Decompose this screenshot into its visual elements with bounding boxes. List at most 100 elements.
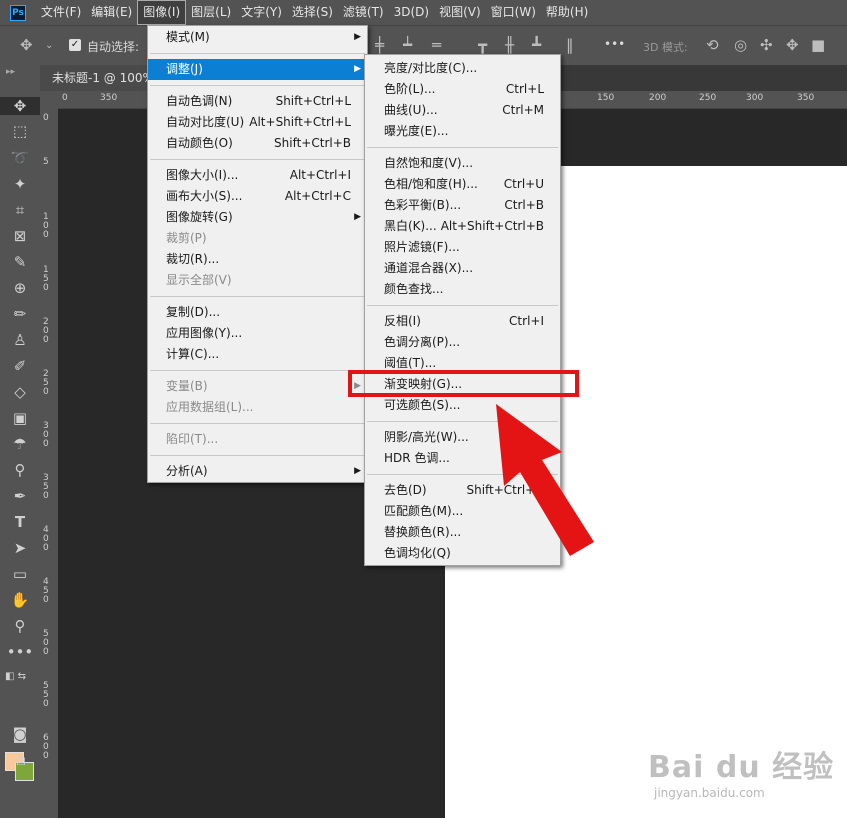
menu-file[interactable]: 文件(F) xyxy=(36,0,86,25)
adjust-menu-item-label: 替换颜色(R)... xyxy=(384,525,462,539)
image-menu-item[interactable]: 自动色调(N) Shift+Ctrl+L xyxy=(148,91,367,112)
frame-tool-icon[interactable]: ⊠ xyxy=(0,227,40,245)
align-vertical-center-icon[interactable]: ╪ xyxy=(375,36,384,54)
auto-select-checkbox[interactable]: ✓ xyxy=(69,39,81,51)
move-tool-icon[interactable]: ✥ xyxy=(20,36,33,54)
history-brush-tool-icon[interactable]: ✐ xyxy=(0,357,40,375)
ruler-tick: 4 5 0 xyxy=(43,577,49,605)
chevron-down-icon[interactable]: ⌄ xyxy=(45,40,53,51)
distribute-bottom-icon[interactable]: ┻ xyxy=(532,36,541,54)
adjust-menu-item[interactable]: 曲线(U)... Ctrl+M xyxy=(365,100,560,121)
image-menu-item[interactable]: 自动对比度(U) Alt+Shift+Ctrl+L xyxy=(148,112,367,133)
menu-help[interactable]: 帮助(H) xyxy=(541,0,593,25)
adjust-menu-item[interactable]: 颜色查找... xyxy=(365,279,560,300)
type-tool-icon[interactable]: T xyxy=(0,513,40,531)
healing-brush-tool-icon[interactable]: ⊕ xyxy=(0,279,40,297)
scale-3d-icon[interactable]: ■ xyxy=(811,36,825,54)
adjust-menu-item[interactable]: 黑白(K)... Alt+Shift+Ctrl+B xyxy=(365,216,560,237)
adjust-menu-item[interactable]: 色调分离(P)... xyxy=(365,332,560,353)
magic-wand-tool-icon[interactable]: ✦ xyxy=(0,175,40,193)
lasso-tool-icon[interactable]: ➰ xyxy=(0,149,40,167)
image-menu-item[interactable]: 图像大小(I)... Alt+Ctrl+I xyxy=(148,165,367,186)
crop-tool-icon[interactable]: ⌗ xyxy=(0,201,40,219)
distribute-top-icon[interactable]: ┳ xyxy=(478,36,487,54)
menu-select[interactable]: 选择(S) xyxy=(287,0,338,25)
image-menu-item-label: 自动色调(N) xyxy=(166,94,233,108)
slide-3d-icon[interactable]: ✥ xyxy=(786,36,799,54)
eyedropper-tool-icon[interactable]: ✎ xyxy=(0,253,40,271)
adjust-menu-item-label: 曲线(U)... xyxy=(384,103,438,117)
image-menu-item[interactable]: 图像旋转(G) ▶ xyxy=(148,207,367,228)
eraser-tool-icon[interactable]: ◇ xyxy=(0,383,40,401)
zoom-tool-icon[interactable]: ⚲ xyxy=(0,617,40,635)
watermark-url: jingyan.baidu.com xyxy=(654,786,765,800)
image-menu-item[interactable]: 裁切(R)... xyxy=(148,249,367,270)
orbit-3d-icon[interactable]: ⟲ xyxy=(706,36,719,54)
dodge-tool-icon[interactable]: ⚲ xyxy=(0,461,40,479)
adjust-menu-item[interactable]: 反相(I) Ctrl+I xyxy=(365,311,560,332)
menu-filter[interactable]: 滤镜(T) xyxy=(338,0,389,25)
adjust-menu-item-label: 照片滤镜(F)... xyxy=(384,240,460,254)
ruler-tick: 5 5 0 xyxy=(43,681,49,709)
rectangle-tool-icon[interactable]: ▭ xyxy=(0,565,40,583)
ruler-tick: 5 xyxy=(43,157,49,167)
menu-window[interactable]: 窗口(W) xyxy=(486,0,541,25)
default-colors-icon[interactable]: ◧ ⇆ xyxy=(0,668,40,686)
marquee-tool-icon[interactable]: ⬚ xyxy=(0,122,40,140)
move-tool-icon[interactable]: ✥ xyxy=(0,97,40,115)
adjust-menu-item-label: 色阶(L)... xyxy=(384,82,436,96)
align-left-icon[interactable]: ═ xyxy=(432,36,441,54)
align-bottom-icon[interactable]: ┷ xyxy=(403,36,412,54)
submenu-arrow-icon: ▶ xyxy=(354,466,361,476)
collapse-icon[interactable]: ▸▸ xyxy=(6,67,15,77)
path-selection-tool-icon[interactable]: ➤ xyxy=(0,539,40,557)
adjust-menu-item[interactable]: 曝光度(E)... xyxy=(365,121,560,142)
adjust-menu-item[interactable]: 亮度/对比度(C)... xyxy=(365,58,560,79)
image-menu-item[interactable]: 模式(M) ▶ xyxy=(148,27,367,48)
submenu-arrow-icon: ▶ xyxy=(354,32,361,42)
more-options-icon[interactable]: ••• xyxy=(604,37,625,51)
menu-separator xyxy=(150,53,365,54)
adjust-menu-item[interactable]: 自然饱和度(V)... xyxy=(365,153,560,174)
image-menu-item[interactable]: 计算(C)... xyxy=(148,344,367,365)
menu-type[interactable]: 文字(Y) xyxy=(236,0,287,25)
pen-tool-icon[interactable]: ✒ xyxy=(0,487,40,505)
ruler-tick: 350 xyxy=(100,93,118,103)
image-menu-item-label: 图像大小(I)... xyxy=(166,168,239,182)
menu-layer[interactable]: 图层(L) xyxy=(186,0,236,25)
image-menu-item-label: 图像旋转(G) xyxy=(166,210,233,224)
adjust-menu-item[interactable]: 色阶(L)... Ctrl+L xyxy=(365,79,560,100)
adjust-menu-item[interactable]: 色彩平衡(B)... Ctrl+B xyxy=(365,195,560,216)
gradient-tool-icon[interactable]: ▣ xyxy=(0,409,40,427)
image-menu-item-label: 显示全部(V) xyxy=(166,273,232,287)
clone-stamp-tool-icon[interactable]: ♙ xyxy=(0,331,40,349)
image-menu-item[interactable]: 自动颜色(O) Shift+Ctrl+B xyxy=(148,133,367,154)
image-menu-item[interactable]: 应用图像(Y)... xyxy=(148,323,367,344)
screen-mode-icon[interactable]: ⧉ xyxy=(0,751,40,769)
drag-3d-icon[interactable]: ✣ xyxy=(760,36,773,54)
image-menu-item[interactable]: 画布大小(S)... Alt+Ctrl+C xyxy=(148,186,367,207)
image-menu-item[interactable]: 分析(A) ▶ xyxy=(148,461,367,482)
image-menu-item[interactable]: 调整(J) ▶ xyxy=(148,59,367,80)
image-menu-item: 变量(B) ▶ xyxy=(148,376,367,397)
distribute-horizontal-icon[interactable]: ‖ xyxy=(566,36,574,54)
menu-separator xyxy=(150,159,365,160)
blur-tool-icon[interactable]: ☂ xyxy=(0,435,40,453)
hand-tool-icon[interactable]: ✋ xyxy=(0,591,40,609)
menu-edit[interactable]: 编辑(E) xyxy=(86,0,137,25)
ruler-tick: 0 xyxy=(62,93,68,103)
menu-image[interactable]: 图像(I) xyxy=(137,0,187,25)
distribute-center-icon[interactable]: ╫ xyxy=(505,36,514,54)
menu-view[interactable]: 视图(V) xyxy=(434,0,486,25)
baidu-watermark: Bai du 经验 jingyan.baidu.com xyxy=(648,742,834,800)
more-tools-icon[interactable]: ••• xyxy=(0,643,40,661)
quick-mask-icon[interactable]: ◙ xyxy=(0,725,40,743)
brush-tool-icon[interactable]: ✏ xyxy=(0,305,40,323)
roll-3d-icon[interactable]: ◎ xyxy=(734,36,747,54)
menu-3d[interactable]: 3D(D) xyxy=(389,0,434,25)
adjust-menu-item[interactable]: 照片滤镜(F)... xyxy=(365,237,560,258)
adjust-menu-item[interactable]: 通道混合器(X)... xyxy=(365,258,560,279)
image-menu-item[interactable]: 复制(D)... xyxy=(148,302,367,323)
adjust-menu-item-label: 色相/饱和度(H)... xyxy=(384,177,478,191)
adjust-menu-item[interactable]: 色相/饱和度(H)... Ctrl+U xyxy=(365,174,560,195)
